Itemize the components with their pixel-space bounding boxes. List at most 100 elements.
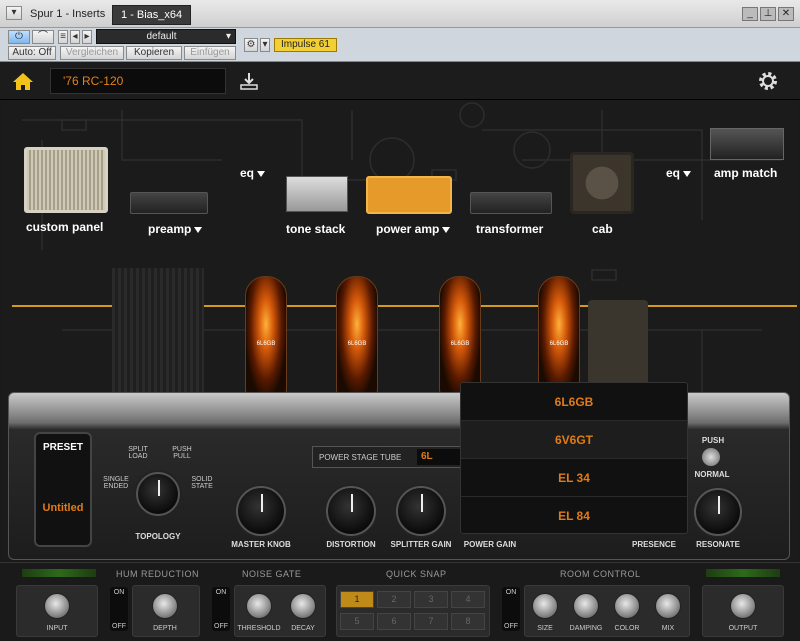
topology-label: TOPOLOGY [135,532,181,541]
amp-match-label[interactable]: amp match [714,166,777,180]
snap-slot-3[interactable]: 3 [414,591,448,608]
master-knob[interactable] [236,486,286,536]
power-amp-module[interactable] [366,176,452,214]
snap-slot-2[interactable]: 2 [377,591,411,608]
host-toolbar: ⏻ ⌒ ≡ ◂ ▸ default ▾ Auto: Off Vergleiche… [0,28,800,62]
power-amp-label[interactable]: power amp [376,222,451,236]
snap-slot-6[interactable]: 6 [377,613,411,630]
compare-button[interactable]: Vergleichen [60,46,124,60]
splitter-gain-label: SPLITTER GAIN [390,540,452,549]
decay-knob[interactable] [290,593,316,619]
hum-off-label: OFF [112,623,126,630]
mix-knob[interactable] [655,593,681,619]
presence-label: PRESENCE [631,540,676,549]
save-icon[interactable] [238,70,260,92]
normal-toggle[interactable] [702,448,720,466]
snap-slot-8[interactable]: 8 [451,613,485,630]
power-tube-2: 6L6GB [336,276,378,396]
output-transformer [588,300,648,392]
splitter-gain-knob[interactable] [396,486,446,536]
amp-preset-name[interactable]: '76 RC-120 [50,68,226,94]
auto-off-button[interactable]: Auto: Off [8,46,56,60]
tone-stack-label[interactable]: tone stack [286,222,345,236]
topology-knob[interactable] [136,472,180,516]
tube-select-box[interactable]: POWER STAGE TUBE 6L [312,446,462,468]
power-tube-4: 6L6GB [538,276,580,396]
transformer-module[interactable] [470,192,552,214]
preset-card-value: Untitled [42,502,84,514]
transformer-label[interactable]: transformer [476,222,543,236]
preamp-label-text: preamp [148,222,192,236]
eq1-label[interactable]: eq [240,166,266,180]
tube-option-el34[interactable]: EL 34 [461,459,687,497]
power-transformer [112,268,204,392]
resonate-knob[interactable] [694,488,742,536]
cab-label[interactable]: cab [592,222,613,236]
next-preset-icon[interactable]: ▸ [82,30,92,44]
damping-label: DAMPING [569,625,603,632]
preset-card[interactable]: PRESET Untitled [34,432,92,547]
distortion-knob[interactable] [326,486,376,536]
chevron-down-icon [194,226,203,233]
chevron-down-icon[interactable]: ▾ [260,38,270,52]
single-ended-label: SINGLE ENDED [103,476,129,490]
size-knob[interactable] [532,593,558,619]
plugin-tab[interactable]: 1 - Bias_x64 [112,5,192,25]
snap-slot-1[interactable]: 1 [340,591,374,608]
tone-stack-module[interactable] [286,176,348,212]
close-button[interactable]: ✕ [778,7,794,21]
snap-slot-5[interactable]: 5 [340,613,374,630]
prev-preset-icon[interactable]: ◂ [70,30,80,44]
window-titlebar: ▾ Spur 1 - Inserts 1 - Bias_x64 _ ⊥ ✕ [0,0,800,28]
amp-match-module[interactable] [710,128,784,160]
tube-option-el84[interactable]: EL 84 [461,497,687,535]
cab-module[interactable] [570,152,634,214]
tube-option-6l6gb[interactable]: 6L6GB [461,383,687,421]
input-knob[interactable] [44,593,70,619]
home-icon[interactable] [12,71,34,91]
push-pull-label: PUSH PULL [172,446,192,460]
preset-card-title: PRESET [42,442,83,453]
gear-icon[interactable]: ⚙ [244,38,258,52]
tube-4-label: 6L6GB [549,341,569,347]
list-icon[interactable]: ≡ [58,30,68,44]
output-knob[interactable] [730,593,756,619]
host-preset-select[interactable]: default ▾ [96,29,236,44]
hum-reduction-header: HUM REDUCTION [116,569,199,579]
push-label: PUSH [701,436,725,445]
power-gain-label: POWER GAIN [463,540,517,549]
snap-slot-7[interactable]: 7 [414,613,448,630]
power-icon[interactable]: ⏻ [8,30,30,44]
minimize-button[interactable]: _ [742,7,758,21]
preamp-label[interactable]: preamp [148,222,203,236]
input-label: INPUT [46,625,68,632]
input-meter [22,569,96,577]
color-label: COLOR [614,625,640,632]
damping-knob[interactable] [573,593,599,619]
pin-button[interactable]: ⊥ [760,7,776,21]
snap-slot-4[interactable]: 4 [451,591,485,608]
custom-panel-module[interactable] [24,147,108,213]
paste-button[interactable]: Einfügen [184,46,236,60]
color-knob[interactable] [614,593,640,619]
eq2-label[interactable]: eq [666,166,692,180]
master-label: MASTER KNOB [231,540,291,549]
copy-button[interactable]: Kopieren [126,46,182,60]
tube-dropdown-menu: 6L6GB 6V6GT EL 34 EL 84 [460,382,688,534]
impulse-badge[interactable]: Impulse 61 [274,38,337,52]
window-menu-button[interactable]: ▾ [6,6,22,20]
tube-2-label: 6L6GB [347,341,367,347]
threshold-knob[interactable] [246,593,272,619]
host-preset-value: default [146,31,177,42]
noise-gate-header: NOISE GATE [242,569,302,579]
depth-knob[interactable] [152,593,178,619]
resonate-label: RESONATE [696,540,740,549]
output-label: OUTPUT [728,625,758,632]
settings-gear-icon[interactable] [756,69,780,93]
preamp-module[interactable] [130,192,208,214]
room-off-label: OFF [504,623,518,630]
tube-option-6v6gt[interactable]: 6V6GT [461,421,687,459]
gate-off-label: OFF [214,623,228,630]
automation-icon[interactable]: ⌒ [32,30,54,44]
custom-panel-label[interactable]: custom panel [26,220,103,234]
